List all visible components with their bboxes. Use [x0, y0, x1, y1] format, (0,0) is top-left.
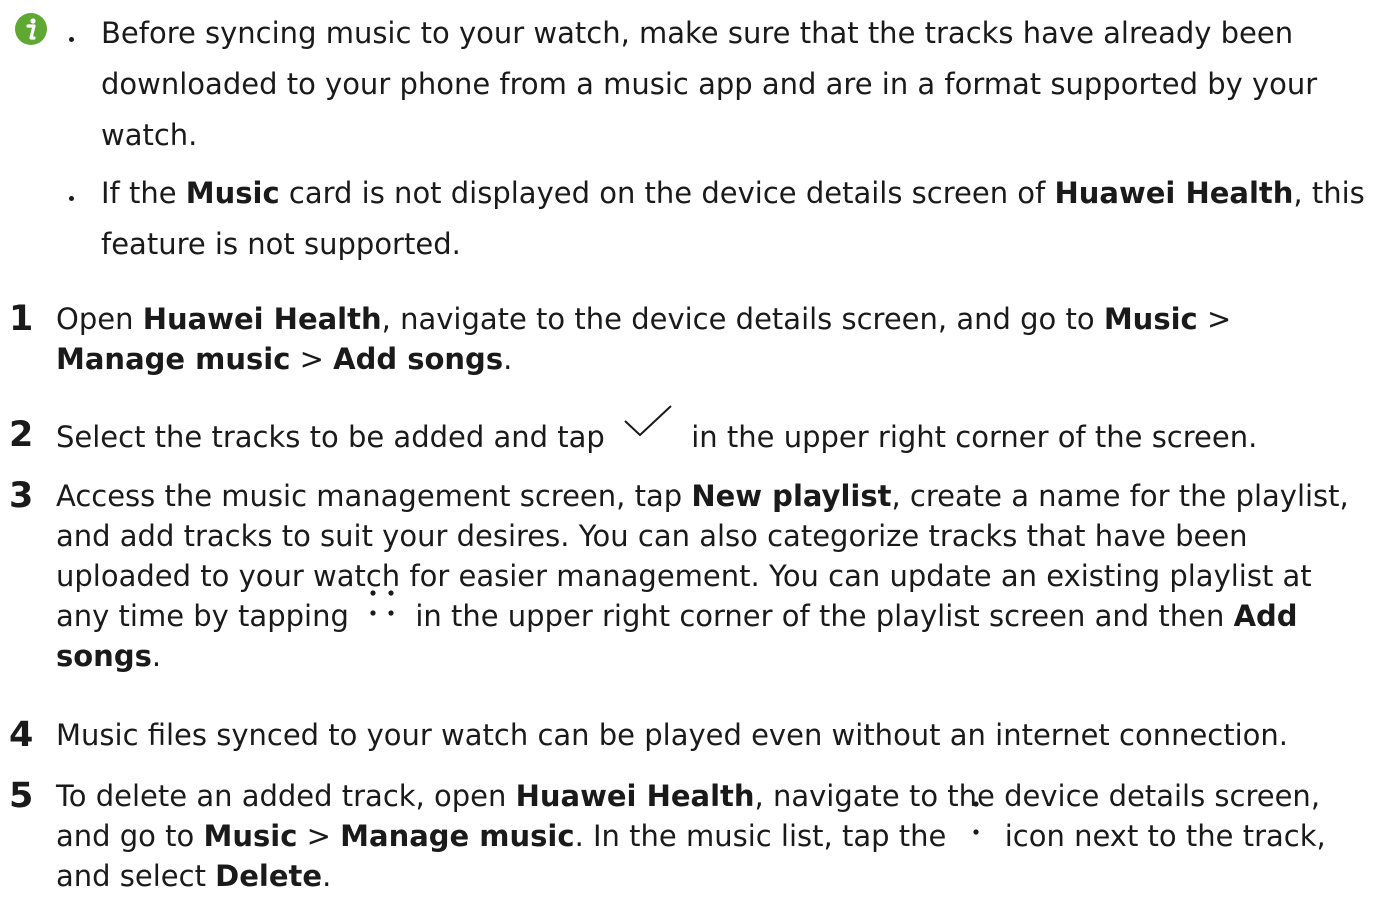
- note-item-music-card: If the Music card is not displayed on th…: [101, 176, 1365, 261]
- note-item-sync-format: Before syncing music to your watch, make…: [101, 8, 1366, 161]
- step-5-text: To delete an added track, open Huawei He…: [56, 779, 1326, 893]
- info-icon: [14, 12, 48, 46]
- bold-huawei-health: Huawei Health: [1054, 176, 1294, 210]
- step-number: 1: [9, 299, 34, 339]
- note-text: Before syncing music to your watch, make…: [101, 16, 1318, 152]
- bullet-dot: [69, 37, 74, 42]
- step-2-text: Select the tracks to be added and tap in…: [56, 405, 1361, 457]
- step-number: 4: [9, 715, 34, 755]
- step-number: 5: [9, 776, 34, 816]
- bullet-dot: [69, 196, 74, 201]
- vertical-dots-icon: [970, 800, 982, 846]
- step-number: 2: [9, 415, 34, 455]
- step-number: 3: [9, 476, 34, 516]
- step-1-text: Open Huawei Health, navigate to the devi…: [56, 302, 1232, 376]
- bold-music: Music: [185, 176, 280, 210]
- step-3-text: Access the music management screen, tap …: [56, 479, 1349, 673]
- checkmark-icon: [622, 403, 674, 449]
- more-dots-icon: [364, 587, 400, 627]
- step-4-text: Music files synced to your watch can be …: [56, 718, 1289, 752]
